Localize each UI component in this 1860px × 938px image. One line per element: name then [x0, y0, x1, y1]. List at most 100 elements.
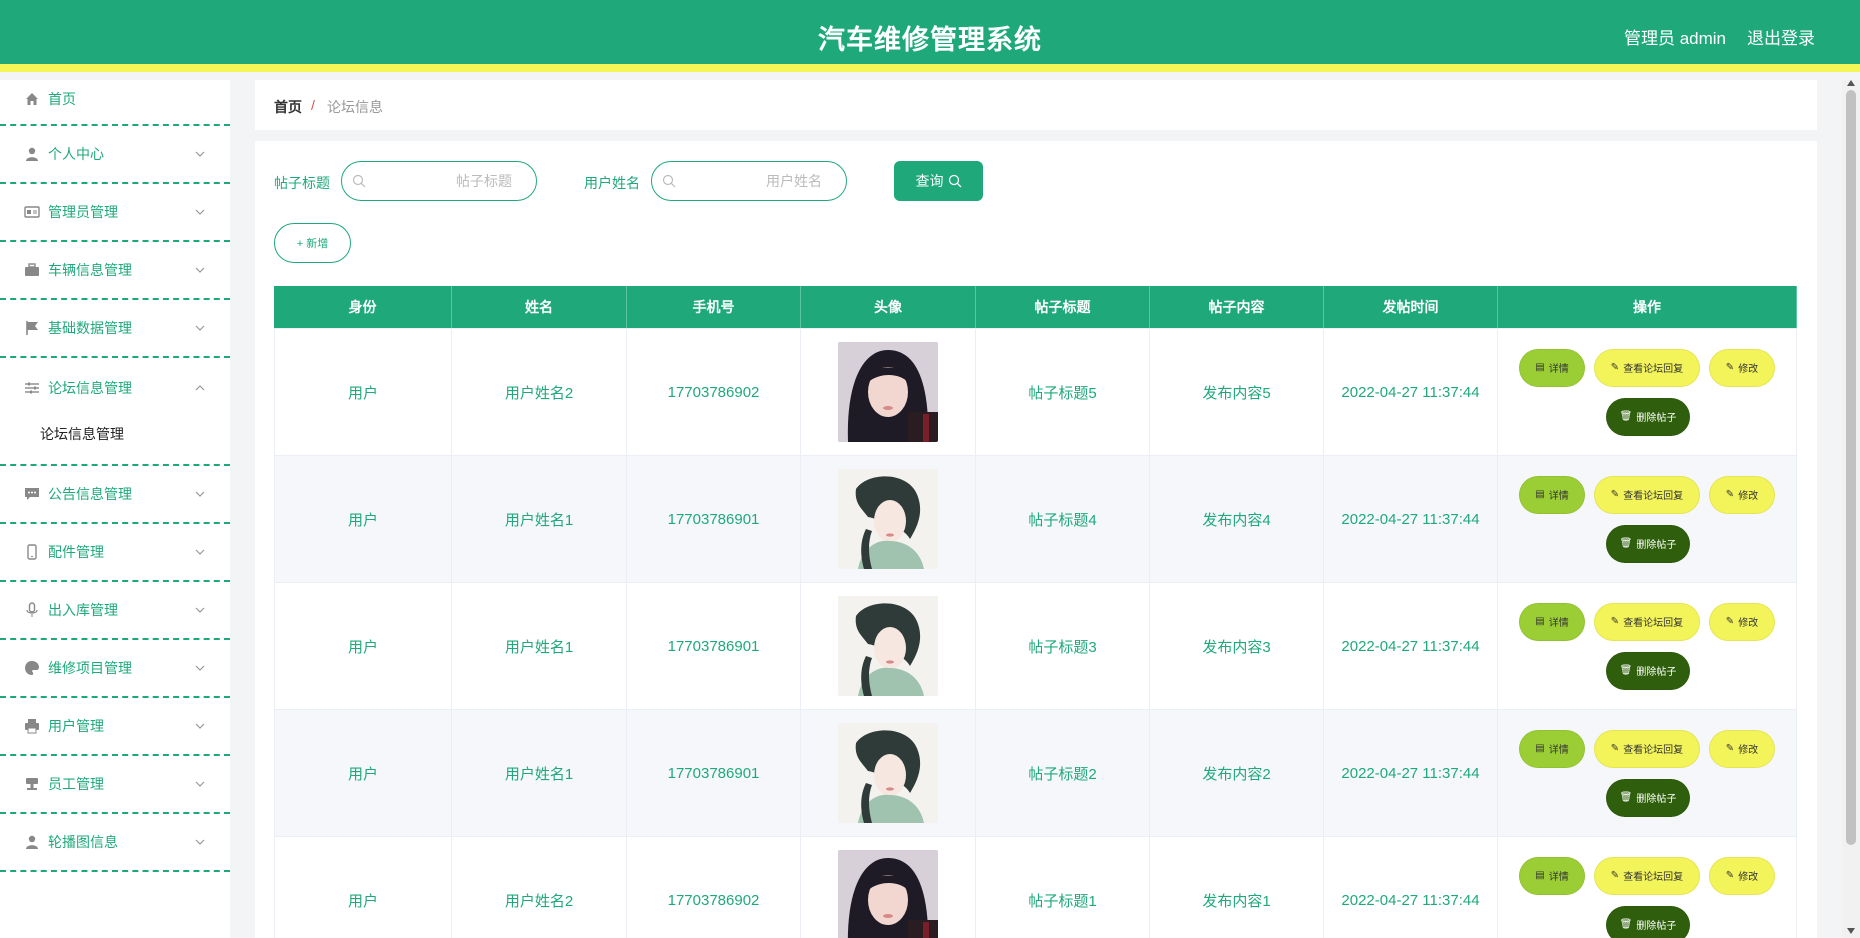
breadcrumb-separator: /	[311, 97, 315, 113]
printer-icon	[25, 719, 39, 734]
view-reply-button[interactable]: ✎ 查看论坛回复	[1594, 602, 1700, 641]
cell-phone: 17703786902	[627, 837, 801, 938]
chevron-down-icon	[195, 325, 205, 331]
document-icon: ▤	[1535, 743, 1545, 754]
app-title: 汽车维修管理系统	[818, 25, 1042, 55]
delete-button-label: 删除帖子	[1636, 540, 1677, 551]
detail-button[interactable]: ▤ 详情	[1519, 475, 1585, 514]
edit-button-label: 修改	[1738, 364, 1759, 375]
sidebar-item-notice[interactable]: 公告信息管理	[0, 466, 230, 524]
sidebar-item-vehicle[interactable]: 车辆信息管理	[0, 242, 230, 300]
delete-button[interactable]: 🗑 删除帖子	[1606, 651, 1690, 690]
sidebar-item-profile[interactable]: 个人中心	[0, 126, 230, 184]
view-reply-button[interactable]: ✎ 查看论坛回复	[1594, 348, 1700, 387]
sidebar-item-label: 首页	[48, 91, 76, 107]
detail-button[interactable]: ▤ 详情	[1519, 348, 1585, 387]
avatar	[838, 469, 938, 569]
sidebar-item-label: 维修项目管理	[48, 660, 132, 676]
edit-button-label: 修改	[1738, 491, 1759, 502]
sidebar-item-label: 员工管理	[48, 776, 104, 792]
detail-button-label: 详情	[1548, 491, 1569, 502]
current-user: 管理员 admin	[1623, 29, 1726, 48]
breadcrumb-home[interactable]: 首页	[274, 97, 302, 117]
edit-button[interactable]: ✎ 修改	[1709, 475, 1775, 514]
cell-actions: ▤ 详情 ✎ 查看论坛回复 ✎ 修改 🗑 删除帖子	[1498, 837, 1797, 938]
delete-button[interactable]: 🗑 删除帖子	[1606, 905, 1690, 938]
delete-button[interactable]: 🗑 删除帖子	[1606, 524, 1690, 563]
pencil-icon: ✎	[1610, 616, 1620, 627]
trash-icon: 🗑	[1619, 919, 1633, 930]
delete-button[interactable]: 🗑 删除帖子	[1606, 778, 1690, 817]
scrollbar-thumb[interactable]	[1846, 90, 1856, 845]
sidebar-item-parts[interactable]: 配件管理	[0, 524, 230, 582]
edit-button-label: 修改	[1738, 618, 1759, 629]
mic-icon	[26, 602, 38, 617]
sidebar-item-user[interactable]: 用户管理	[0, 698, 230, 756]
chat-icon	[25, 488, 39, 500]
sidebar-subitem-forum[interactable]: 论坛信息管理	[40, 424, 124, 444]
cell-title: 帖子标题2	[976, 710, 1150, 836]
sidebar-item-repair[interactable]: 维修项目管理	[0, 640, 230, 698]
view-reply-button-label: 查看论坛回复	[1623, 745, 1684, 756]
col-header-title: 帖子标题	[976, 286, 1150, 328]
chevron-down-icon	[195, 549, 205, 555]
scroll-down-arrow[interactable]	[1847, 928, 1855, 934]
cell-name: 用户姓名2	[452, 837, 627, 938]
name-search-input[interactable]	[682, 162, 832, 200]
cell-name: 用户姓名1	[452, 710, 627, 836]
sidebar-item-admin[interactable]: 管理员管理	[0, 184, 230, 242]
cell-name: 用户姓名1	[452, 583, 627, 709]
title-search-input[interactable]	[372, 162, 522, 200]
cell-avatar	[801, 456, 976, 582]
detail-button[interactable]: ▤ 详情	[1519, 729, 1585, 768]
cell-actions: ▤ 详情 ✎ 查看论坛回复 ✎ 修改 🗑 删除帖子	[1498, 456, 1797, 582]
document-icon: ▤	[1535, 489, 1545, 500]
cell-content: 发布内容2	[1150, 710, 1324, 836]
chevron-down-icon	[195, 781, 205, 787]
edit-button[interactable]: ✎ 修改	[1709, 856, 1775, 895]
user-icon	[26, 147, 38, 161]
col-header-actions: 操作	[1498, 286, 1797, 328]
edit-button-label: 修改	[1738, 745, 1759, 756]
briefcase-icon	[25, 263, 39, 276]
detail-button-label: 详情	[1548, 745, 1569, 756]
stamp-icon	[26, 778, 38, 790]
sidebar-item-home[interactable]: 首页	[0, 80, 230, 126]
edit-button[interactable]: ✎ 修改	[1709, 348, 1775, 387]
table-header-row: 身份 姓名 手机号 头像 帖子标题 帖子内容 发帖时间 操作	[274, 286, 1797, 329]
palette-icon	[25, 661, 39, 675]
name-search-field[interactable]	[651, 161, 847, 201]
delete-button[interactable]: 🗑 删除帖子	[1606, 397, 1690, 436]
edit-button[interactable]: ✎ 修改	[1709, 729, 1775, 768]
page-scrollbar[interactable]	[1842, 80, 1860, 938]
cell-title: 帖子标题5	[976, 329, 1150, 455]
chevron-down-icon	[195, 665, 205, 671]
detail-button[interactable]: ▤ 详情	[1519, 602, 1585, 641]
cell-phone: 17703786901	[627, 583, 801, 709]
sidebar-item-forum[interactable]: 论坛信息管理 论坛信息管理	[0, 358, 230, 466]
sidebar-item-basic-data[interactable]: 基础数据管理	[0, 300, 230, 358]
view-reply-button[interactable]: ✎ 查看论坛回复	[1594, 729, 1700, 768]
pencil-icon: ✎	[1610, 489, 1620, 500]
col-header-role: 身份	[274, 286, 452, 328]
scroll-up-arrow[interactable]	[1847, 80, 1855, 86]
title-search-field[interactable]	[341, 161, 537, 201]
view-reply-button[interactable]: ✎ 查看论坛回复	[1594, 475, 1700, 514]
query-button[interactable]: 查询	[894, 161, 983, 201]
pencil-icon: ✎	[1610, 870, 1620, 881]
view-reply-button[interactable]: ✎ 查看论坛回复	[1594, 856, 1700, 895]
search-icon	[948, 174, 961, 188]
pencil-icon: ✎	[1610, 743, 1620, 754]
query-button-label: 查询	[915, 173, 944, 189]
forum-table: 身份 姓名 手机号 头像 帖子标题 帖子内容 发帖时间 操作 用户 用户姓名2 17…	[274, 286, 1797, 938]
sidebar-item-carousel[interactable]: 轮播图信息	[0, 814, 230, 872]
table-body: 用户 用户姓名2 17703786902 帖子标题5 发布内容5 2022-04-27 1…	[274, 329, 1797, 938]
add-button[interactable]: + 新增	[274, 223, 351, 263]
edit-button[interactable]: ✎ 修改	[1709, 602, 1775, 641]
sidebar-item-staff[interactable]: 员工管理	[0, 756, 230, 814]
logout-link[interactable]: 退出登录	[1747, 24, 1815, 49]
cell-title: 帖子标题3	[976, 583, 1150, 709]
sidebar-item-stock[interactable]: 出入库管理	[0, 582, 230, 640]
detail-button[interactable]: ▤ 详情	[1519, 856, 1585, 895]
view-reply-button-label: 查看论坛回复	[1623, 491, 1684, 502]
